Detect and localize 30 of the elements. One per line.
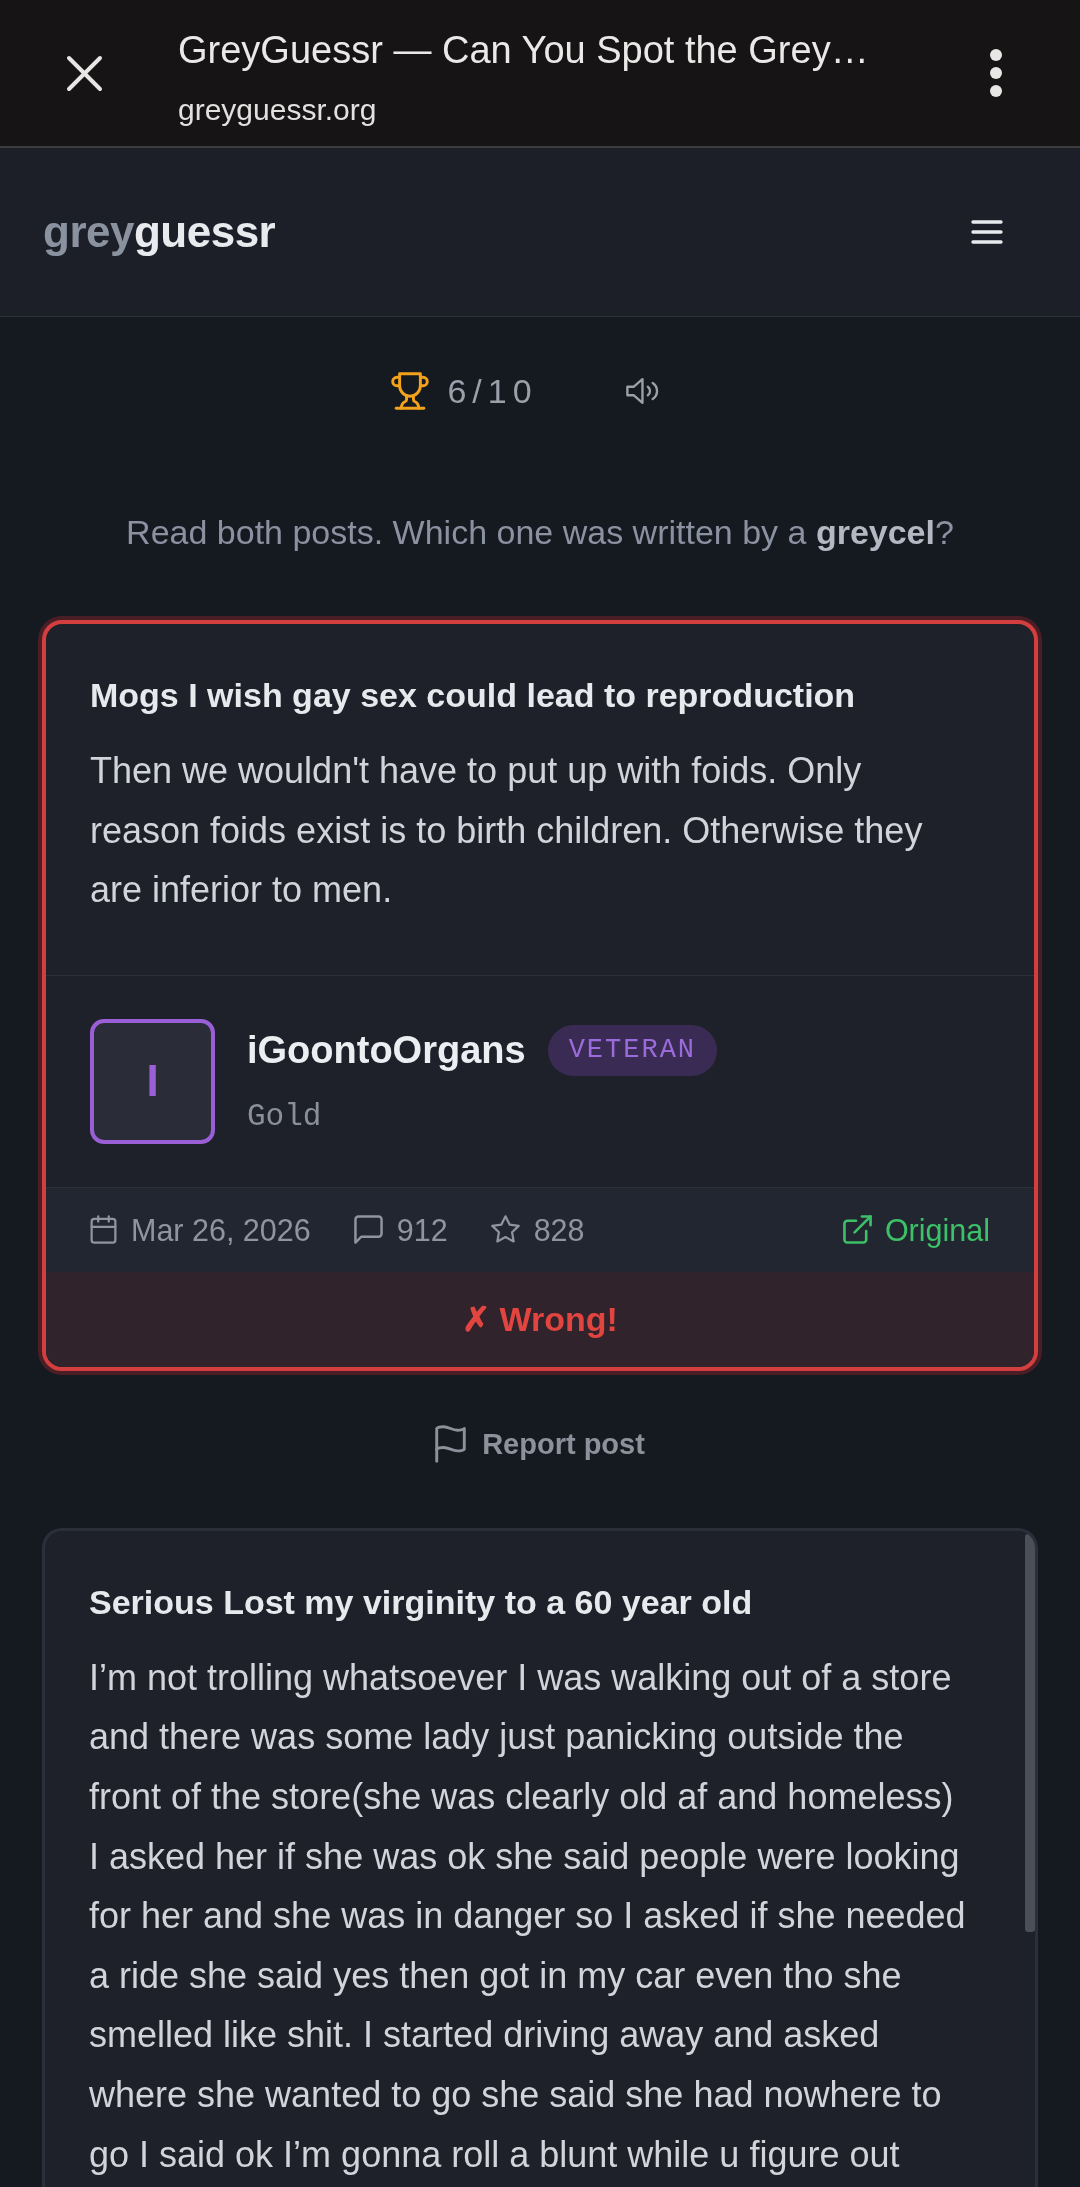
flag-icon bbox=[435, 1424, 467, 1463]
score-text: 6/10 bbox=[447, 371, 538, 411]
page-title: GreyGuessr — Can You Spot the Grey… bbox=[178, 28, 870, 73]
comment-count: 912 bbox=[396, 1211, 448, 1248]
avatar: I bbox=[90, 1018, 215, 1144]
username: iGoontoOrgans bbox=[247, 1028, 526, 1074]
post-body: I’m not trolling whatsoever I was walking out of a store and there was some lady just panicking outside the front of the store(she was clearly old af and homeless) I asked her if she was ok she said people were looking for her and she was in danger so I asked if she needed a ride she said yes then got in my car even tho she smelled like shit. I started driving away and asked where she wanted to go she said she had nowhere to go I said ok I’m gonna roll a blunt while u figure out bbox=[89, 1655, 967, 2177]
post-body: Then we wouldn't have to put up with foids. Only reason foids exist is to birth children. Otherwise they are inferior to men. bbox=[90, 749, 924, 913]
result-banner: ✗ Wrong! bbox=[46, 1271, 1034, 1367]
rank-label: Gold bbox=[247, 1098, 323, 1137]
calendar-icon bbox=[90, 1215, 117, 1245]
trophy-icon bbox=[391, 372, 430, 410]
site-logo[interactable]: greyguessr bbox=[43, 206, 276, 258]
page-url: greyguessr.org bbox=[178, 93, 378, 127]
star-icon bbox=[490, 1215, 520, 1245]
prompt-text: Read both posts. Which one was written by a greycel? bbox=[125, 512, 955, 553]
external-link-icon bbox=[842, 1215, 872, 1245]
original-link[interactable]: Original bbox=[842, 1211, 990, 1248]
post-title: Mogs I wish gay sex could lead to reproduction bbox=[90, 675, 857, 716]
scrollbar-thumb[interactable] bbox=[1025, 1533, 1035, 1932]
report-button[interactable]: Report post bbox=[435, 1421, 645, 1466]
user-badge: VETERAN bbox=[547, 1025, 718, 1077]
post-card[interactable] bbox=[42, 1527, 1038, 2187]
comment-icon bbox=[353, 1215, 383, 1245]
three-dots-icon bbox=[990, 49, 1002, 97]
menu-icon bbox=[971, 220, 1003, 244]
close-icon bbox=[66, 54, 103, 92]
favorite-count: 828 bbox=[533, 1211, 585, 1248]
post-title: Serious Lost my virginity to a 60 year old bbox=[89, 1581, 754, 1623]
post-date: Mar 26, 2026 bbox=[131, 1211, 311, 1248]
